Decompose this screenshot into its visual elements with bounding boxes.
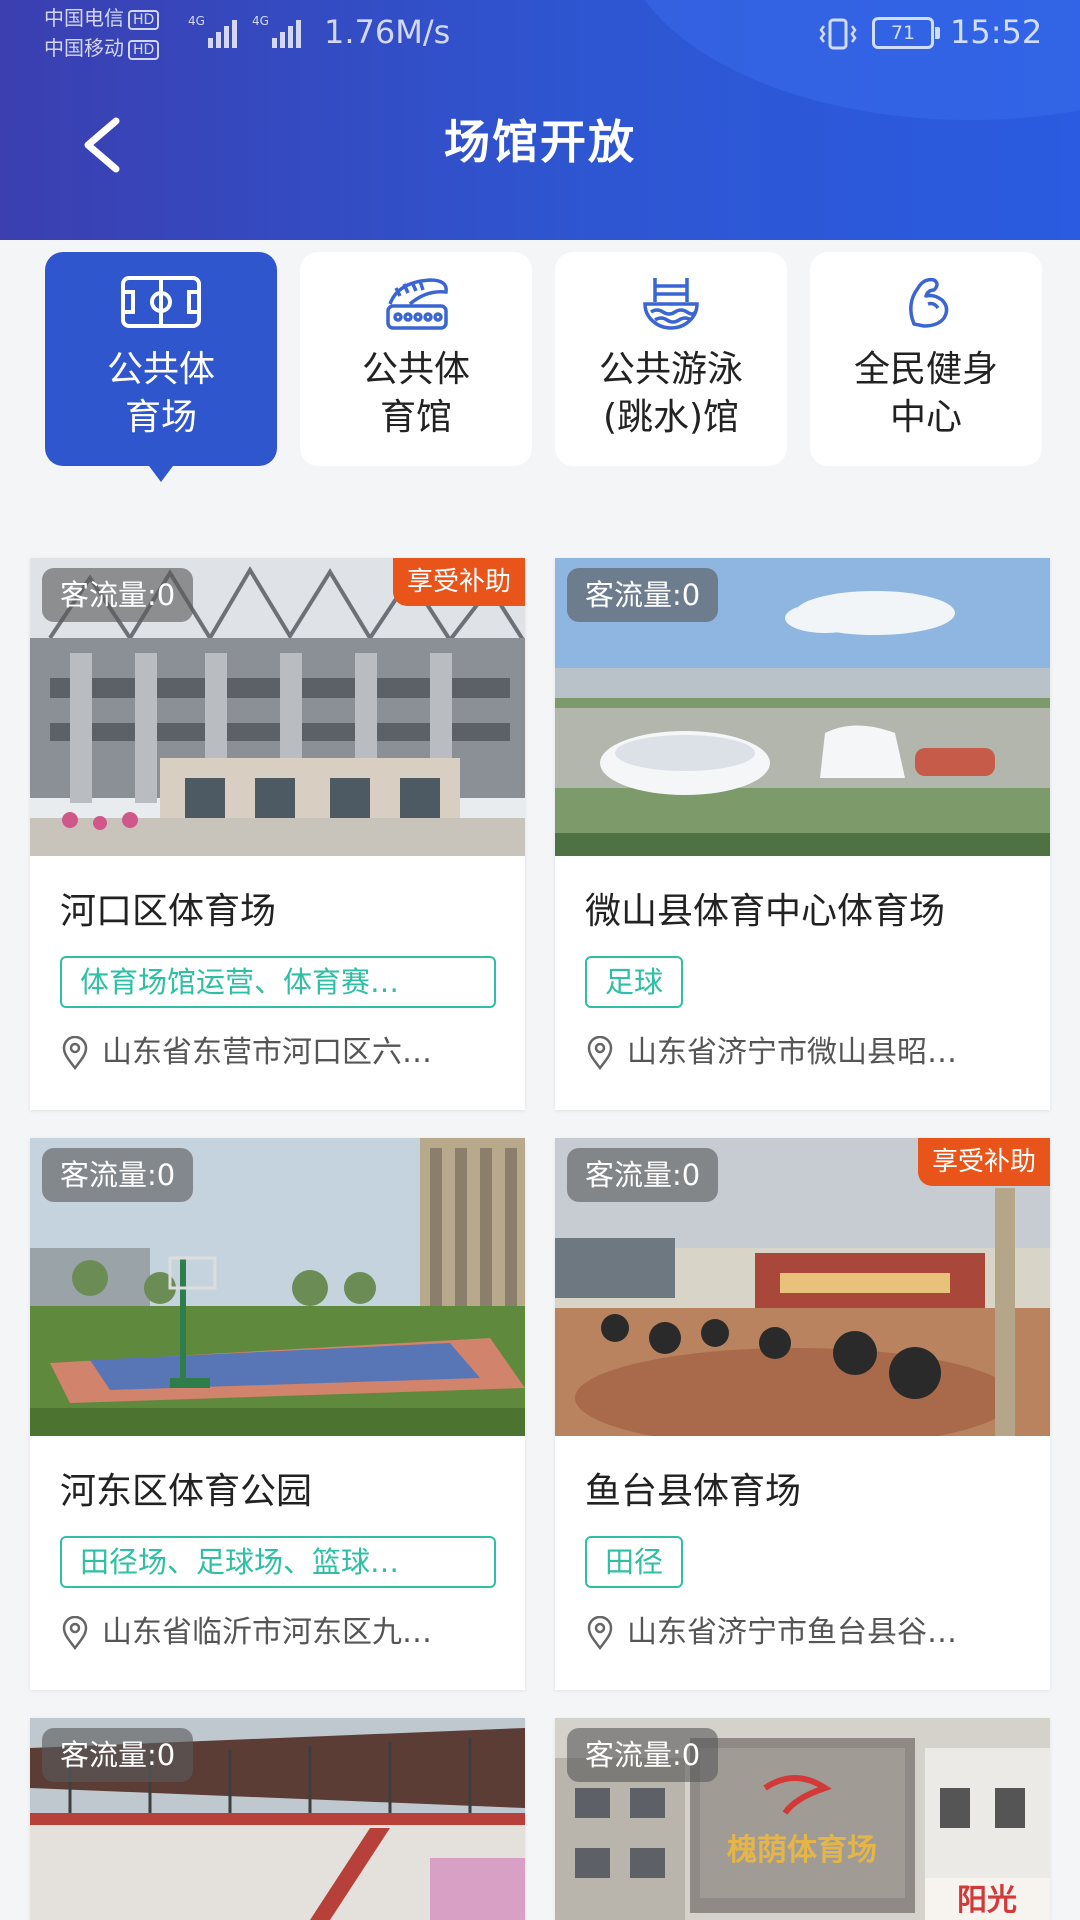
signal-icon: 4G xyxy=(188,14,244,48)
tab-public-stadium[interactable]: 公共体 育场 xyxy=(45,252,277,482)
app-header: 中国电信 HD 中国移动 HD 4G 4G 1.76M/s 71 15:52 场馆开… xyxy=(0,0,1080,240)
gym-building-icon xyxy=(386,278,448,330)
venue-address: 山东省临沂市河东区九… xyxy=(60,1608,500,1658)
carrier-mobile: 中国移动 HD xyxy=(44,36,160,60)
visitor-flow-badge: 客流量:0 xyxy=(42,1728,194,1782)
visitor-flow-badge: 客流量:0 xyxy=(567,1728,719,1782)
swimming-pool-icon xyxy=(643,278,699,330)
venue-address: 山东省东营市河口区六… xyxy=(60,1028,500,1078)
venue-photo: 客流量:0 xyxy=(30,1718,525,1920)
active-tab-pointer xyxy=(149,466,173,482)
location-pin-icon xyxy=(587,1036,613,1070)
network-speed: 1.76M/s xyxy=(324,13,451,51)
subsidy-badge: 享受补助 xyxy=(392,558,525,606)
location-pin-icon xyxy=(62,1036,88,1070)
venue-tag: 体育场馆运营、体育赛… xyxy=(60,956,496,1008)
tab-label: 公共体 育馆 xyxy=(361,349,470,438)
visitor-flow-badge: 客流量:0 xyxy=(42,568,194,622)
visitor-flow-badge: 客流量:0 xyxy=(42,1148,194,1202)
venue-photo: 客流量:0 享受补助 xyxy=(555,1138,1050,1436)
venue-name: 微山县体育中心体育场 xyxy=(585,891,946,932)
signal-icon: 4G xyxy=(252,14,308,48)
venue-name: 鱼台县体育场 xyxy=(585,1471,802,1512)
battery-icon: 71 xyxy=(872,17,940,49)
venue-card[interactable]: 客流量:0 xyxy=(30,1718,525,1920)
visitor-flow-badge: 客流量:0 xyxy=(567,1148,719,1202)
venue-tag: 足球 xyxy=(585,956,684,1008)
tab-fitness-center[interactable]: 全民健身 中心 xyxy=(810,252,1042,466)
carrier-telecom: 中国电信 HD xyxy=(44,6,160,30)
venue-address: 山东省济宁市鱼台县谷… xyxy=(585,1608,1025,1658)
stadium-field-icon xyxy=(121,276,201,328)
shop-sign-text: 阳光 xyxy=(957,1883,1017,1918)
venue-sign-text: 槐荫体育场 xyxy=(727,1833,877,1868)
venue-photo: 客流量:0 享受补助 xyxy=(30,558,525,856)
location-pin-icon xyxy=(62,1616,88,1650)
venue-card[interactable]: 客流量:0 河东区体育公园 田径场、足球场、篮球… 山东省临沂市河东区九… xyxy=(30,1138,525,1690)
venue-address: 山东省济宁市微山县昭… xyxy=(585,1028,1025,1078)
venue-tag: 田径 xyxy=(585,1536,684,1588)
venue-card[interactable]: 客流量:0 享受补助 鱼台县体育场 田径 山东省济宁市鱼台县谷… xyxy=(555,1138,1050,1690)
vibrate-icon xyxy=(819,18,857,50)
status-bar: 中国电信 HD 中国移动 HD 4G 4G 1.76M/s 71 15:52 xyxy=(0,0,1080,70)
venue-tag: 田径场、足球场、篮球… xyxy=(60,1536,496,1588)
visitor-flow-badge: 客流量:0 xyxy=(567,568,719,622)
venue-name: 河东区体育公园 xyxy=(60,1471,313,1512)
tab-label: 公共体 育场 xyxy=(106,349,215,438)
tab-label: 全民健身 中心 xyxy=(853,349,998,438)
venue-photo: 客流量:0 xyxy=(555,558,1050,856)
subsidy-badge: 享受补助 xyxy=(917,1138,1050,1186)
page-title: 场馆开放 xyxy=(444,115,636,169)
venue-card[interactable]: 槐荫体育场 阳光 客流量:0 xyxy=(555,1718,1050,1920)
tab-public-gym[interactable]: 公共体 育馆 xyxy=(300,252,532,466)
venue-photo: 客流量:0 xyxy=(30,1138,525,1436)
tab-public-swimming[interactable]: 公共游泳 (跳水)馆 xyxy=(555,252,787,466)
venue-photo: 槐荫体育场 阳光 客流量:0 xyxy=(555,1718,1050,1920)
venue-card[interactable]: 客流量:0 微山县体育中心体育场 足球 山东省济宁市微山县昭… xyxy=(555,558,1050,1110)
venue-name: 河口区体育场 xyxy=(60,891,277,932)
clock: 15:52 xyxy=(950,13,1043,51)
muscle-arm-icon xyxy=(909,277,949,328)
tab-label: 公共游泳 (跳水)馆 xyxy=(598,349,743,438)
venue-card[interactable]: 客流量:0 享受补助 河口区体育场 体育场馆运营、体育赛… 山东省东营市河口区六… xyxy=(30,558,525,1110)
location-pin-icon xyxy=(587,1616,613,1650)
